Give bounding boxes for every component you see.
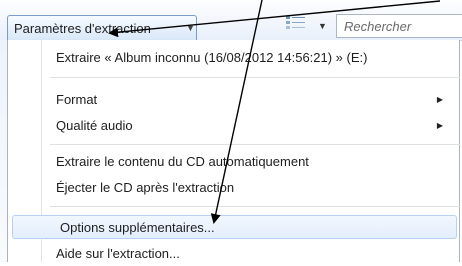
menu-separator [50, 206, 460, 207]
menu-item-label: Qualité audio [56, 118, 133, 133]
search-input[interactable] [337, 15, 462, 37]
menu-item-rip-album[interactable]: Extraire « Album inconnu (16/08/2012 14:… [8, 46, 453, 70]
menu-item-label: Éjecter le CD après l'extraction [56, 180, 235, 195]
view-dropdown-icon[interactable]: ▼ [318, 21, 327, 31]
view-options-icon[interactable] [285, 14, 307, 32]
menu-item-eject-after-rip[interactable]: Éjecter le CD après l'extraction [8, 176, 453, 200]
toolbar: Paramètres d'extraction ▼ ▼ [0, 0, 462, 41]
menu-item-label: Extraire le contenu du CD automatiquemen… [56, 154, 309, 169]
left-pane-edge [0, 40, 7, 262]
rip-settings-label: Paramètres d'extraction [14, 21, 151, 36]
menu-item-audio-quality[interactable]: Qualité audio ▶ [8, 114, 453, 138]
dropdown-icon: ▼ [186, 23, 195, 33]
menu-item-rip-help[interactable]: Aide sur l'extraction... [8, 242, 453, 266]
submenu-arrow-icon: ▶ [436, 95, 443, 104]
menu-item-more-options[interactable]: Options supplémentaires... [12, 215, 457, 239]
menu-item-label: Extraire « Album inconnu (16/08/2012 14:… [56, 50, 368, 65]
menu-separator [50, 144, 460, 145]
menu-item-label: Format [56, 92, 98, 107]
rip-settings-menu: Extraire « Album inconnu (16/08/2012 14:… [7, 40, 460, 262]
menu-item-format[interactable]: Format ▶ [8, 88, 453, 112]
rip-settings-button[interactable]: Paramètres d'extraction ▼ [7, 15, 197, 40]
menu-item-auto-rip[interactable]: Extraire le contenu du CD automatiquemen… [8, 150, 453, 174]
menu-separator [50, 77, 460, 78]
menu-item-label: Options supplémentaires... [60, 220, 215, 235]
submenu-arrow-icon: ▶ [436, 121, 443, 130]
search-box[interactable] [336, 14, 462, 38]
menu-item-label: Aide sur l'extraction... [56, 246, 180, 261]
